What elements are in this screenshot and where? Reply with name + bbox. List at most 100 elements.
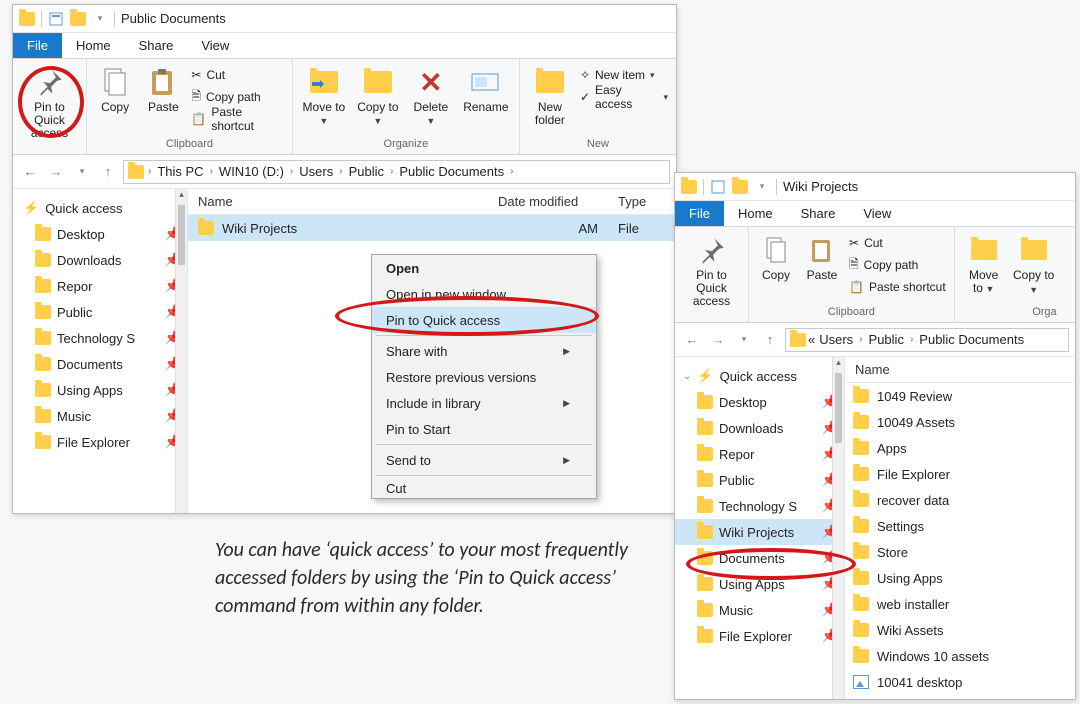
copy-button[interactable]: Copy xyxy=(93,63,137,116)
sidebar-item[interactable]: Using Apps📌 xyxy=(13,377,187,403)
tab-file[interactable]: File xyxy=(13,33,62,58)
sidebar-item[interactable]: Desktop📌 xyxy=(675,389,844,415)
chevron-right-icon[interactable]: › xyxy=(144,166,155,177)
file-item[interactable]: 10049 Assets xyxy=(845,409,1075,435)
file-item[interactable]: 10041 desktop xyxy=(845,669,1075,695)
forward-button[interactable]: → xyxy=(45,161,67,183)
rename-button[interactable]: Rename xyxy=(459,63,513,116)
file-item[interactable]: recover data xyxy=(845,487,1075,513)
new-item-button[interactable]: ✧ New item ▾ xyxy=(580,65,668,85)
open-folder-icon[interactable] xyxy=(732,179,748,195)
copy-path-button[interactable]: 🗎Copy path xyxy=(849,255,946,275)
tab-file[interactable]: File xyxy=(675,201,724,226)
sidebar-item[interactable]: File Explorer📌 xyxy=(675,623,844,649)
sidebar-item[interactable]: Music📌 xyxy=(13,403,187,429)
qat-dropdown-icon[interactable]: ▾ xyxy=(92,11,108,27)
file-item[interactable]: web installer xyxy=(845,591,1075,617)
chevron-right-icon[interactable]: › xyxy=(386,166,397,177)
crumb-lead[interactable]: « xyxy=(806,332,817,347)
back-button[interactable]: ← xyxy=(681,329,703,351)
address-bar[interactable]: › This PC› WIN10 (D:)› Users› Public› Pu… xyxy=(123,160,670,184)
ctx-include-library[interactable]: Include in library▶ xyxy=(372,390,596,416)
col-name[interactable]: Name xyxy=(188,194,488,209)
sidebar-item[interactable]: Music📌 xyxy=(675,597,844,623)
col-type[interactable]: Type xyxy=(608,194,676,209)
sidebar-item[interactable]: Public📌 xyxy=(675,467,844,493)
forward-button[interactable]: → xyxy=(707,329,729,351)
tab-view[interactable]: View xyxy=(849,201,905,226)
pin-to-quick-access-button[interactable]: Pin to Quick access xyxy=(681,231,742,310)
quick-access-header[interactable]: ⌄ ⚡ Quick access xyxy=(675,363,844,389)
chevron-right-icon[interactable]: › xyxy=(335,166,346,177)
sidebar-item[interactable]: File Explorer📌 xyxy=(13,429,187,455)
chevron-right-icon[interactable]: › xyxy=(855,334,866,345)
crumb-thispc[interactable]: This PC xyxy=(155,164,205,179)
file-item[interactable]: Settings xyxy=(845,513,1075,539)
crumb-users[interactable]: Users xyxy=(817,332,855,347)
file-item[interactable]: Windows 10 assets xyxy=(845,643,1075,669)
chevron-right-icon[interactable]: › xyxy=(286,166,297,177)
copy-path-button[interactable]: 🗎 Copy path xyxy=(191,87,284,107)
properties-icon[interactable] xyxy=(48,11,64,27)
cut-button[interactable]: ✂Cut xyxy=(849,233,946,253)
chevron-down-icon[interactable]: ⌄ xyxy=(683,371,691,382)
sidebar-item[interactable]: Downloads📌 xyxy=(13,247,187,273)
address-bar[interactable]: « Users› Public› Public Documents xyxy=(785,328,1069,352)
sidebar-item[interactable]: Using Apps📌 xyxy=(675,571,844,597)
quick-access-header[interactable]: ⚡ Quick access xyxy=(13,195,187,221)
easy-access-button[interactable]: ✓ Easy access ▾ xyxy=(580,87,668,107)
qat-dropdown-icon[interactable]: ▾ xyxy=(754,179,770,195)
recent-dropdown[interactable]: ▾ xyxy=(71,161,93,183)
sidebar-item[interactable]: Technology S📌 xyxy=(13,325,187,351)
sidebar-item[interactable]: Public📌 xyxy=(13,299,187,325)
pin-to-quick-access-button[interactable]: Pin to Quick access xyxy=(19,63,80,142)
paste-button[interactable]: Paste xyxy=(141,63,185,116)
tab-view[interactable]: View xyxy=(187,33,243,58)
tab-share[interactable]: Share xyxy=(787,201,850,226)
up-button[interactable]: ↑ xyxy=(759,329,781,351)
tab-home[interactable]: Home xyxy=(62,33,125,58)
tab-share[interactable]: Share xyxy=(125,33,188,58)
ctx-pin-start[interactable]: Pin to Start xyxy=(372,416,596,442)
ctx-send-to[interactable]: Send to▶ xyxy=(372,447,596,473)
move-to-button[interactable]: Move to ▼ xyxy=(961,231,1007,298)
ctx-pin-quick-access[interactable]: Pin to Quick access xyxy=(372,307,596,333)
paste-shortcut-button[interactable]: 📋Paste shortcut xyxy=(849,277,946,297)
properties-icon[interactable] xyxy=(710,179,726,195)
sidebar-item[interactable]: Technology S📌 xyxy=(675,493,844,519)
sidebar-item[interactable]: Downloads📌 xyxy=(675,415,844,441)
file-item[interactable]: Store xyxy=(845,539,1075,565)
file-item[interactable]: Wiki Assets xyxy=(845,617,1075,643)
up-button[interactable]: ↑ xyxy=(97,161,119,183)
sidebar-item[interactable]: Repor📌 xyxy=(675,441,844,467)
copy-to-button[interactable]: Copy to ▼ xyxy=(1011,231,1057,299)
ctx-restore[interactable]: Restore previous versions xyxy=(372,364,596,390)
move-to-button[interactable]: ➡ Move to ▼ xyxy=(299,63,349,130)
sidebar-item[interactable]: Documents📌 xyxy=(13,351,187,377)
sidebar-item[interactable]: Documents📌 xyxy=(675,545,844,571)
sidebar-item[interactable]: Repor📌 xyxy=(13,273,187,299)
crumb-drive[interactable]: WIN10 (D:) xyxy=(217,164,286,179)
ctx-open-window[interactable]: Open in new window xyxy=(372,281,596,307)
crumb-users[interactable]: Users xyxy=(297,164,335,179)
tab-home[interactable]: Home xyxy=(724,201,787,226)
chevron-right-icon[interactable]: › xyxy=(206,166,217,177)
file-row-selected[interactable]: Wiki Projects AM File xyxy=(188,215,676,241)
crumb-public[interactable]: Public xyxy=(867,332,906,347)
ctx-share-with[interactable]: Share with▶ xyxy=(372,338,596,364)
sidebar-item[interactable]: Wiki Projects📌 xyxy=(675,519,844,545)
copy-to-button[interactable]: Copy to ▼ xyxy=(353,63,403,130)
ctx-open[interactable]: Open xyxy=(372,255,596,281)
chevron-right-icon[interactable]: › xyxy=(906,334,917,345)
sidebar-item[interactable]: Desktop📌 xyxy=(13,221,187,247)
cut-button[interactable]: ✂ Cut xyxy=(191,65,284,85)
col-date[interactable]: Date modified xyxy=(488,194,608,209)
file-item[interactable]: Using Apps xyxy=(845,565,1075,591)
recent-dropdown[interactable]: ▾ xyxy=(733,329,755,351)
open-folder-icon[interactable] xyxy=(70,11,86,27)
ctx-cut[interactable]: Cut xyxy=(372,478,596,498)
crumb-public[interactable]: Public xyxy=(347,164,386,179)
col-name[interactable]: Name xyxy=(845,362,1075,377)
crumb-publicdocs[interactable]: Public Documents xyxy=(397,164,506,179)
file-item[interactable]: Apps xyxy=(845,435,1075,461)
